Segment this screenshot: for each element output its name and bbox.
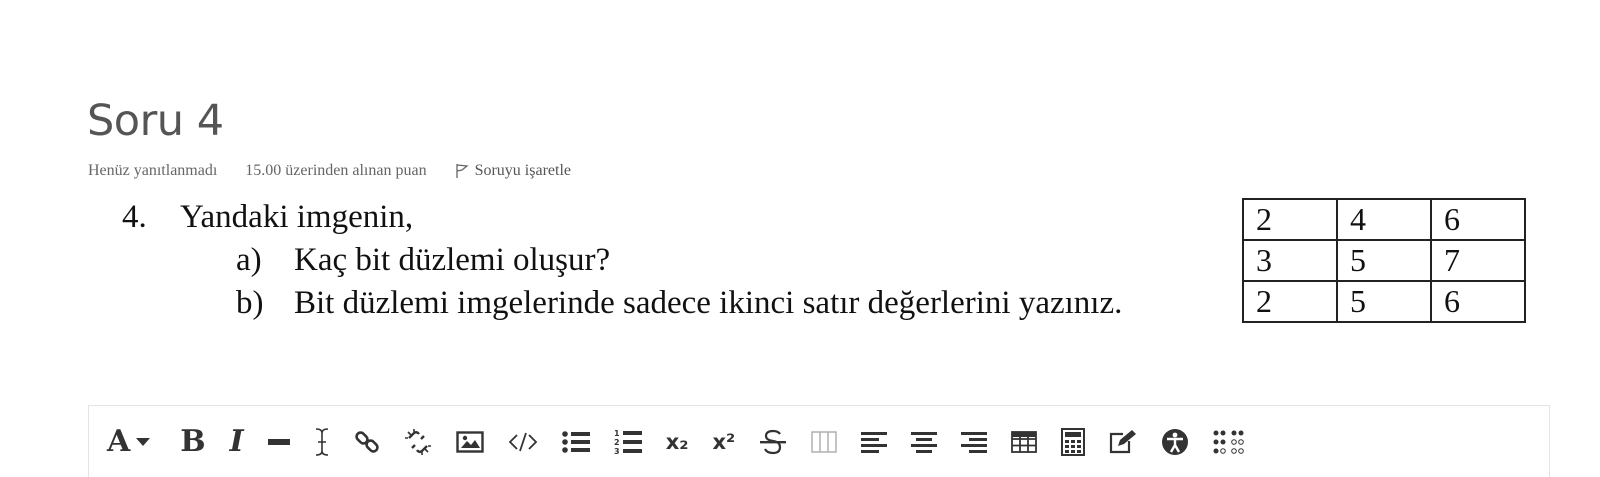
font-label: A (107, 424, 131, 459)
table-cell: 5 (1336, 280, 1432, 323)
table-cell: 6 (1430, 198, 1526, 241)
columns-button[interactable] (811, 422, 837, 462)
link-button[interactable] (354, 422, 380, 462)
bullet-list-icon (561, 430, 590, 453)
code-icon (508, 432, 537, 451)
answer-status: Henüz yanıtlanmadı (88, 162, 218, 179)
image-button[interactable] (455, 422, 484, 462)
question-prompt: Yandaki imgenin, (180, 199, 414, 235)
calculator-icon (1061, 427, 1086, 456)
clear-formatting-button[interactable] (314, 422, 330, 462)
sub-question-text: Kaç bit düzlemi oluşur? (294, 242, 611, 278)
align-left-icon (861, 431, 888, 453)
calculator-button[interactable] (1061, 422, 1086, 462)
image-value-table: 2 4 6 3 5 7 2 5 6 (1242, 198, 1526, 323)
table-row: 2 4 6 (1242, 198, 1526, 241)
sub-question-text: Bit düzlemi imgelerinde sadece ikinci sa… (294, 285, 1123, 321)
horizontal-rule-icon (267, 438, 290, 445)
strikethrough-button[interactable] (759, 422, 787, 462)
braille-icon (1213, 430, 1244, 454)
superscript-button[interactable]: x² (712, 422, 735, 462)
horizontal-rule-button[interactable] (267, 422, 290, 462)
table-cell: 2 (1242, 198, 1338, 241)
unlink-icon (404, 428, 431, 455)
italic-button[interactable]: I (230, 422, 244, 462)
question-points: 15.00 üzerinden alınan puan (245, 162, 427, 179)
question-text: 4. Yandaki imgenin, a) Kaç bit düzlemi o… (122, 196, 1122, 325)
table-icon (1011, 430, 1038, 453)
image-icon (455, 430, 484, 453)
table-row: 2 5 6 (1242, 280, 1526, 323)
table-cell: 3 (1242, 239, 1338, 282)
sub-question-label: b) (236, 285, 264, 321)
table-cell: 7 (1430, 239, 1526, 282)
question-title: Soru 4 (87, 96, 224, 146)
align-center-icon (911, 431, 938, 453)
align-left-button[interactable] (861, 422, 888, 462)
subscript-button[interactable]: x₂ (666, 422, 689, 462)
editor-toolbar: A B I 123 x₂ x² (88, 405, 1550, 477)
flag-icon (455, 164, 469, 178)
align-right-icon (961, 431, 988, 453)
table-button[interactable] (1011, 422, 1038, 462)
accessibility-icon (1162, 428, 1189, 455)
edit-icon (1110, 429, 1137, 453)
flag-question-link[interactable]: Soruyu işaretle (455, 162, 571, 180)
code-button[interactable] (508, 422, 538, 462)
flag-question-label: Soruyu işaretle (474, 162, 571, 179)
sub-question-b: b) Bit düzlemi imgelerinde sadece ikinci… (236, 282, 1122, 325)
braille-button[interactable] (1213, 422, 1247, 462)
ordered-list-button[interactable]: 123 (614, 422, 642, 462)
table-cell: 2 (1242, 280, 1338, 323)
accessibility-button[interactable] (1161, 422, 1189, 462)
numbered-list-icon: 123 (614, 429, 642, 455)
text-cursor-icon (315, 427, 328, 456)
unlink-button[interactable] (404, 422, 432, 462)
strikethrough-icon (760, 429, 787, 454)
edit-button[interactable] (1109, 422, 1137, 462)
svg-text:3: 3 (614, 447, 620, 455)
align-right-button[interactable] (961, 422, 988, 462)
table-cell: 5 (1336, 239, 1432, 282)
table-cell: 4 (1336, 198, 1432, 241)
caret-down-icon (136, 437, 151, 446)
sub-question-label: a) (236, 242, 262, 278)
svg-text:2: 2 (614, 438, 620, 447)
svg-text:1: 1 (614, 429, 620, 438)
unordered-list-button[interactable] (561, 422, 590, 462)
table-cell: 6 (1430, 280, 1526, 323)
table-row: 3 5 7 (1242, 239, 1526, 282)
align-center-button[interactable] (911, 422, 938, 462)
columns-icon (811, 430, 837, 453)
question-number: 4. (122, 199, 147, 235)
question-info: Henüz yanıtlanmadı 15.00 üzerinden alına… (88, 162, 571, 180)
font-family-button[interactable]: A (107, 422, 151, 462)
bold-button[interactable]: B (180, 422, 205, 462)
sub-question-a: a) Kaç bit düzlemi oluşur? (236, 239, 1122, 282)
link-icon (354, 430, 379, 453)
